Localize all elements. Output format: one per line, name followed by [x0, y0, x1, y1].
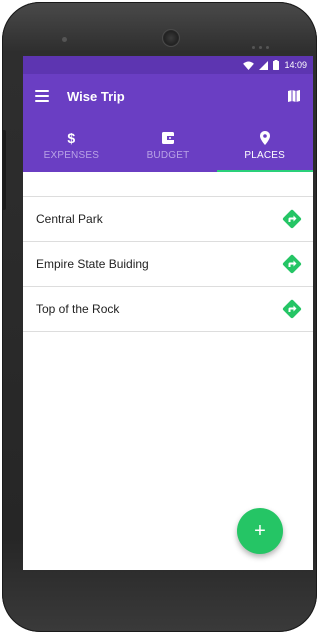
tab-budget[interactable]: BUDGET	[120, 118, 217, 172]
place-name: Top of the Rock	[36, 302, 120, 316]
tab-budget-label: BUDGET	[146, 149, 190, 161]
phone-sensor	[62, 37, 67, 42]
app-screen: 14:09 Wise Trip $ EXPENSES BUDGET PLACES…	[23, 56, 313, 570]
wifi-icon	[243, 60, 255, 70]
signal-icon	[259, 60, 269, 70]
directions-icon[interactable]	[281, 298, 303, 320]
place-name: Central Park	[36, 212, 103, 226]
tab-places-label: PLACES	[244, 149, 286, 161]
list-item[interactable]: Top of the Rock	[23, 287, 313, 332]
dollar-icon: $	[67, 129, 76, 146]
battery-icon	[273, 60, 280, 70]
map-icon[interactable]	[287, 89, 301, 103]
list-item[interactable]: Empire State Buiding	[23, 242, 313, 287]
places-list: Central Park Empire State Buiding Top of…	[23, 196, 313, 332]
list-item[interactable]: Central Park	[23, 197, 313, 242]
phone-speaker-dots	[252, 36, 282, 49]
phone-side-button	[2, 130, 6, 210]
directions-icon[interactable]	[281, 208, 303, 230]
tab-indicator	[217, 170, 313, 172]
wallet-icon	[162, 130, 174, 146]
add-place-button[interactable]: +	[237, 508, 283, 554]
status-time: 14:09	[284, 60, 307, 70]
menu-icon[interactable]	[35, 90, 49, 102]
tab-expenses-label: EXPENSES	[43, 149, 100, 161]
phone-camera	[162, 29, 180, 47]
location-pin-icon	[259, 130, 270, 146]
phone-frame: 14:09 Wise Trip $ EXPENSES BUDGET PLACES…	[2, 2, 317, 632]
add-icon: +	[254, 519, 266, 542]
status-bar: 14:09	[23, 56, 313, 74]
directions-icon[interactable]	[281, 253, 303, 275]
app-bar: Wise Trip	[23, 74, 313, 118]
place-name: Empire State Buiding	[36, 257, 149, 271]
tab-places[interactable]: PLACES	[216, 118, 313, 172]
tab-bar: $ EXPENSES BUDGET PLACES	[23, 118, 313, 172]
app-title: Wise Trip	[67, 88, 125, 104]
tab-expenses[interactable]: $ EXPENSES	[23, 118, 120, 172]
